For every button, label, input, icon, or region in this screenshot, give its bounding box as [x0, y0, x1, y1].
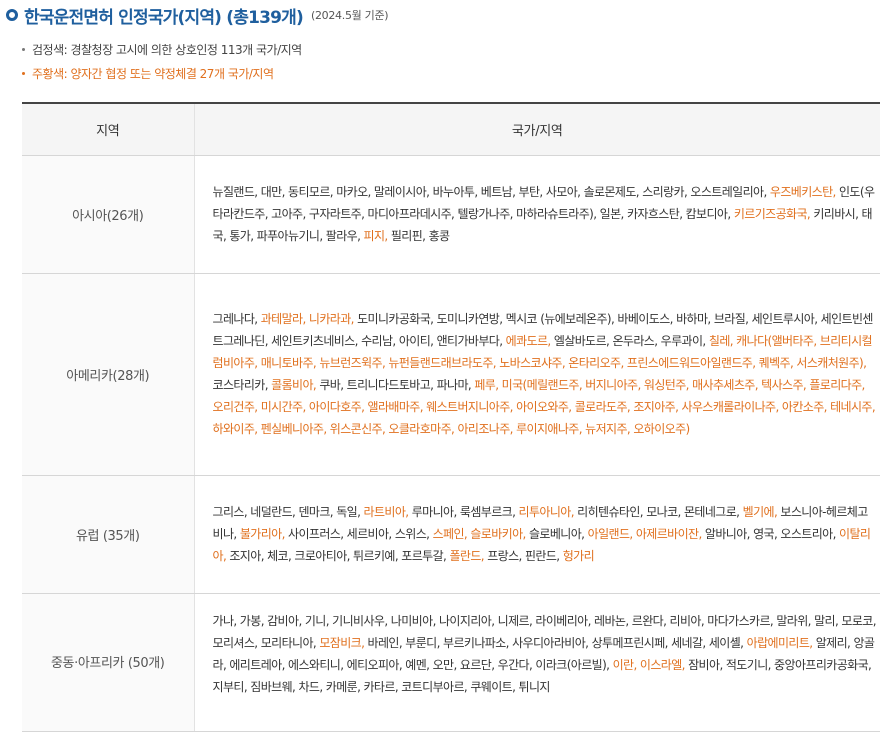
circle-bullet-icon — [6, 9, 18, 21]
country-text-highlighted: 과테말라, 니카라과, — [260, 312, 355, 326]
legend-note-text: 검정색: 경찰청장 고시에 의한 상호인정 113개 국가/지역 — [32, 43, 302, 57]
countries-cell: 그레나다, 과테말라, 니카라과, 도미니카공화국, 도미니카연방, 멕시코 (… — [194, 273, 880, 476]
table-row: 아메리카(28개) 그레나다, 과테말라, 니카라과, 도미니카공화국, 도미니… — [22, 273, 880, 476]
country-text: 루마니아, 룩셈부르크, — [408, 505, 519, 519]
table-row: 유럽 (35개) 그리스, 네덜란드, 덴마크, 독일, 라트비아, 루마니아,… — [22, 475, 880, 594]
country-text: 리히텐슈타인, 모나코, 몬테네그로, — [573, 505, 743, 519]
country-text: 슬로베니아, — [525, 527, 588, 541]
country-text-highlighted: 콜롬비아, — [271, 378, 317, 392]
country-text: 코스타리카, — [212, 378, 272, 392]
countries-cell: 가나, 가봉, 감비아, 기니, 기니비사우, 나미비아, 나이지리아, 니제르… — [194, 593, 880, 732]
page-header: 한국운전면허 인정국가(지역) (총139개) (2024.5월 기준) — [6, 2, 389, 28]
legend-notes: 검정색: 경찰청장 고시에 의한 상호인정 113개 국가/지역 주황색: 양자… — [22, 38, 302, 86]
country-text-highlighted: 우즈베키스탄, — [769, 185, 836, 199]
country-text-highlighted: 헝가리 — [562, 549, 595, 563]
column-header-countries: 국가/지역 — [194, 102, 880, 156]
country-text: 쿠바, 트리니다드토바고, 파나마, — [316, 378, 475, 392]
bullet-dot-icon — [22, 47, 25, 51]
country-text: 엘살바도르, 온두라스, 우루과이, — [550, 334, 709, 348]
country-text-highlighted: 이란, 이스라엘, — [612, 657, 686, 672]
region-cell: 중동·아프리카 (50개) — [22, 593, 195, 732]
country-text-highlighted: 폴란드, — [449, 549, 484, 563]
country-text-highlighted: 라트비아, — [363, 505, 410, 519]
legend-note-black: 검정색: 경찰청장 고시에 의한 상호인정 113개 국가/지역 — [22, 38, 302, 62]
country-text: 알바니아, 영국, 오스트리아, — [701, 527, 840, 541]
countries-cell: 뉴질랜드, 대만, 동티모르, 마카오, 말레이시아, 바누아투, 베트남, 부… — [194, 155, 880, 274]
table-header-row: 지역 국가/지역 — [22, 102, 880, 156]
page-title: 한국운전면허 인정국가(지역) (총139개) — [24, 7, 304, 28]
country-text: 필리핀, 홍콩 — [387, 229, 450, 243]
country-text: 그리스, 네덜란드, 덴마크, 독일, — [212, 505, 364, 519]
country-table: 지역 국가/지역 아시아(26개) 뉴질랜드, 대만, 동티모르, 마카오, 말… — [22, 102, 880, 732]
country-text-highlighted: 아일랜드, 아제르바이잔, — [587, 527, 703, 541]
region-cell: 유럽 (35개) — [22, 475, 195, 594]
legend-note-orange: 주황색: 양자간 협정 또는 약정체결 27개 국가/지역 — [22, 62, 302, 86]
region-cell: 아메리카(28개) — [22, 273, 195, 476]
legend-note-text: 주황색: 양자간 협정 또는 약정체결 27개 국가/지역 — [32, 67, 274, 81]
country-text: 뉴질랜드, 대만, 동티모르, 마카오, 말레이시아, 바누아투, 베트남, 부… — [212, 185, 770, 199]
country-text-highlighted: 피지, — [363, 229, 389, 243]
country-text-highlighted: 키르기즈공화국, — [733, 207, 811, 221]
country-text: 사이프러스, 세르비아, 스위스, — [284, 527, 433, 541]
reference-date: (2024.5월 기준) — [310, 9, 389, 22]
region-cell: 아시아(26개) — [22, 155, 195, 274]
countries-cell: 그리스, 네덜란드, 덴마크, 독일, 라트비아, 루마니아, 룩셈부르크, 리… — [194, 475, 880, 594]
table-row: 중동·아프리카 (50개) 가나, 가봉, 감비아, 기니, 기니비사우, 나미… — [22, 593, 880, 732]
bullet-dot-icon — [22, 71, 25, 75]
country-text-highlighted: 스페인, 슬로바키아, — [432, 527, 527, 541]
table-row: 아시아(26개) 뉴질랜드, 대만, 동티모르, 마카오, 말레이시아, 바누아… — [22, 155, 880, 274]
country-text-highlighted: 불가리아, — [239, 527, 286, 541]
country-text: 프랑스, 핀란드, — [483, 549, 563, 563]
country-text: 그레나다, — [212, 312, 261, 326]
country-text-highlighted: 에콰도르, — [505, 334, 552, 348]
country-text: 바레인, 부룬디, 부르키나파소, 사우디아라비아, 상투메프린시페, 세네갈,… — [364, 635, 747, 650]
country-text-highlighted: 아랍에미리트, — [746, 635, 813, 650]
country-text-highlighted: 모잠비크, — [319, 635, 365, 650]
country-text-highlighted: 리투아니아, — [518, 505, 575, 519]
country-text: 조지아, 체코, 크로아티아, 튀르키예, 포르투갈, — [226, 549, 450, 563]
country-text-highlighted: 벨기에, — [742, 505, 778, 519]
column-header-region: 지역 — [22, 102, 195, 156]
